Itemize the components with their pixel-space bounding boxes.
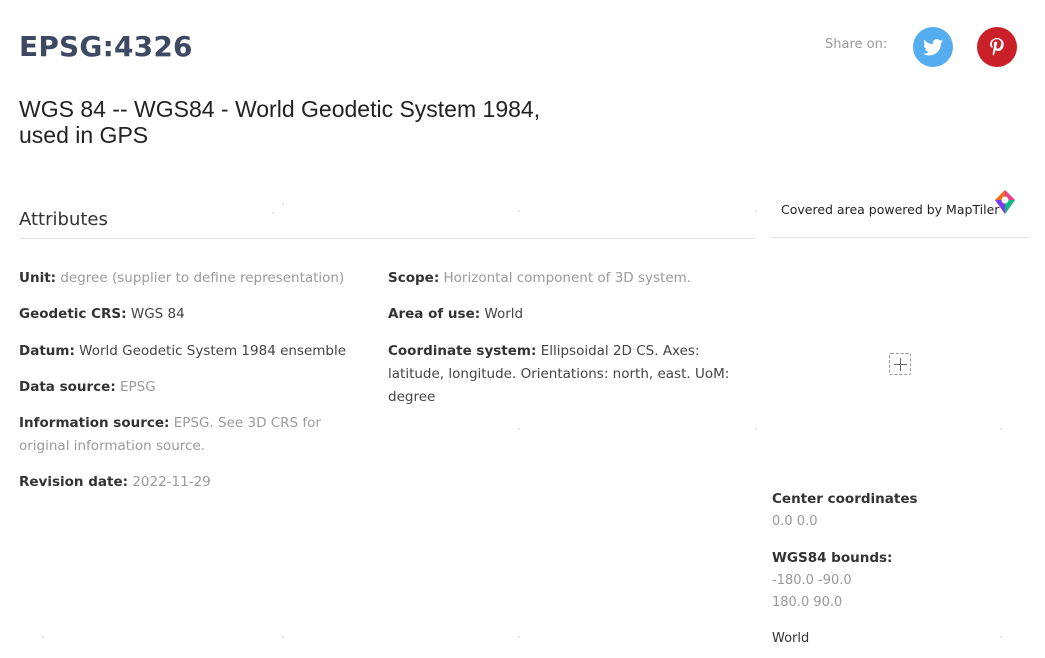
attr-key: Area of use: xyxy=(388,306,481,322)
background-dot xyxy=(1000,428,1002,430)
area-name: World xyxy=(772,631,810,646)
background-dot xyxy=(1000,636,1002,638)
background-dot xyxy=(755,210,757,212)
background-dot xyxy=(518,210,520,212)
attr-key: Revision date: xyxy=(19,474,129,490)
background-dot xyxy=(282,203,284,205)
attr-geodetic-crs: Geodetic CRS: WGS 84 xyxy=(19,303,185,326)
maptiler-credit[interactable]: Covered area powered by MapTiler xyxy=(781,202,999,217)
map-divider xyxy=(772,237,1028,238)
background-dot xyxy=(518,636,520,638)
background-dot xyxy=(42,636,44,638)
attr-value: degree (supplier to define representatio… xyxy=(60,270,345,286)
wgs84-bounds-min: -180.0 -90.0 xyxy=(772,573,852,588)
attr-value: World xyxy=(484,306,524,322)
attr-value-link[interactable]: World Geodetic System 1984 ensemble xyxy=(79,343,346,359)
attr-revision-date: Revision date: 2022-11-29 xyxy=(19,471,211,494)
attr-key: Unit: xyxy=(19,270,57,286)
attributes-heading: Attributes xyxy=(19,209,108,230)
attributes-divider xyxy=(19,238,756,239)
attr-key: Scope: xyxy=(388,270,440,286)
attr-area-of-use: Area of use: World xyxy=(388,303,523,326)
background-dot xyxy=(272,212,274,214)
background-dot xyxy=(518,428,520,430)
map-crosshair-icon[interactable] xyxy=(889,353,911,375)
background-dot xyxy=(755,428,757,430)
attr-information-source: Information source: EPSG. See 3D CRS for… xyxy=(19,412,369,458)
background-dot xyxy=(282,636,284,638)
share-label: Share on: xyxy=(825,37,888,52)
attr-value: Horizontal component of 3D system. xyxy=(443,270,692,286)
wgs84-bounds-label: WGS84 bounds: xyxy=(772,550,893,566)
pinterest-share-button[interactable] xyxy=(977,27,1017,67)
attr-data-source: Data source: EPSG xyxy=(19,376,156,399)
attr-key: Information source: xyxy=(19,415,170,431)
page-title: EPSG:4326 xyxy=(19,30,193,63)
attr-key: Coordinate system: xyxy=(388,343,537,359)
attr-unit: Unit: degree (supplier to define represe… xyxy=(19,267,344,290)
center-coordinates-value: 0.0 0.0 xyxy=(772,514,818,529)
twitter-share-button[interactable] xyxy=(913,27,953,67)
pinterest-icon xyxy=(990,38,1004,56)
attr-key: Data source: xyxy=(19,379,116,395)
attr-value: EPSG xyxy=(120,379,156,395)
attr-value: 2022-11-29 xyxy=(132,474,211,490)
attr-scope: Scope: Horizontal component of 3D system… xyxy=(388,267,691,290)
attr-value-link[interactable]: WGS 84 xyxy=(131,306,185,322)
attr-key: Datum: xyxy=(19,343,75,359)
center-coordinates-label: Center coordinates xyxy=(772,491,918,507)
wgs84-bounds-max: 180.0 90.0 xyxy=(772,595,843,610)
maptiler-logo-icon[interactable] xyxy=(991,188,1019,216)
page-subtitle: WGS 84 -- WGS84 - World Geodetic System … xyxy=(19,96,541,148)
twitter-icon xyxy=(923,38,943,55)
attr-key: Geodetic CRS: xyxy=(19,306,127,322)
attr-datum: Datum: World Geodetic System 1984 ensemb… xyxy=(19,340,346,363)
attr-coordinate-system: Coordinate system: Ellipsoidal 2D CS. Ax… xyxy=(388,340,753,409)
